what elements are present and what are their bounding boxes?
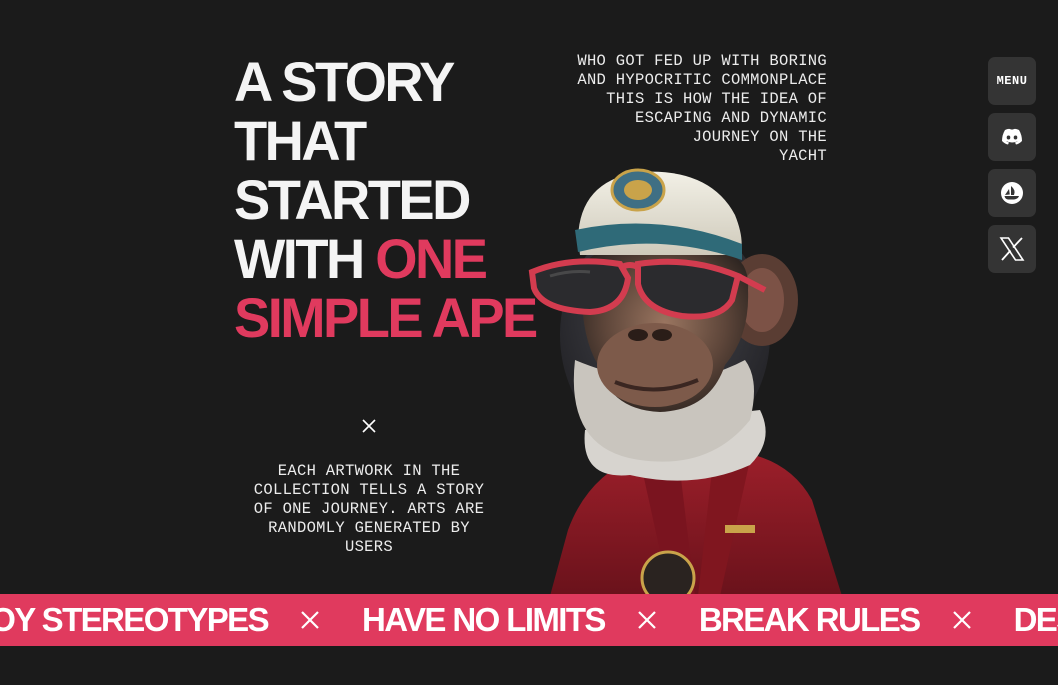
description-line: USERS <box>344 538 393 556</box>
discord-icon <box>1002 128 1022 145</box>
description-line: OF ONE JOURNEY. ARTS ARE <box>253 500 485 518</box>
intro-line: ESCAPING AND DYNAMIC <box>634 109 827 127</box>
cross-separator-icon <box>301 611 319 629</box>
ticker-item: DESTROY ST <box>1013 601 1058 638</box>
cross-separator-icon <box>952 611 971 629</box>
headline-line-4-accent: ONE <box>375 227 488 290</box>
headline-line-5: SIMPLE APE <box>234 286 538 349</box>
description-line: COLLECTION TELLS A STORY <box>253 481 485 499</box>
headline-line-2: THAT <box>234 109 367 172</box>
ape-illustration <box>528 168 842 596</box>
intro-paragraph: WHO GOT FED UP WITH BORING AND HYPOCRITI… <box>530 52 827 166</box>
collection-description: EACH ARTWORK IN THE COLLECTION TELLS A S… <box>232 462 506 557</box>
discord-button[interactable] <box>988 113 1036 161</box>
headline-line-4: WITH ONE <box>234 229 525 288</box>
intro-line: WHO GOT FED UP WITH BORING <box>577 52 827 70</box>
opensea-button[interactable] <box>988 169 1036 217</box>
menu-button[interactable]: MENU <box>988 57 1036 105</box>
headline-line-1: A STORY <box>234 50 455 113</box>
headline-line-4-white: WITH <box>234 227 376 290</box>
intro-line: AND HYPOCRITIC COMMONPLACE <box>577 71 827 89</box>
ticker-track: ROY STEREOTYPES HAVE NO LIMITS BREAK RUL… <box>0 594 1058 646</box>
x-twitter-icon <box>999 237 1025 261</box>
ticker-item: HAVE NO LIMITS <box>361 601 606 638</box>
headline-line-3: STARTED <box>234 168 471 231</box>
menu-button-label: MENU <box>996 74 1028 88</box>
ticker-item: ROY STEREOTYPES <box>0 601 270 638</box>
x-twitter-button[interactable] <box>988 225 1036 273</box>
slogan-ticker: ROY STEREOTYPES HAVE NO LIMITS BREAK RUL… <box>0 594 1058 646</box>
cross-separator-icon <box>638 611 656 629</box>
cross-divider-icon <box>362 419 376 433</box>
intro-line: JOURNEY ON THE <box>692 128 827 146</box>
ticker-item: BREAK RULES <box>698 601 921 638</box>
opensea-icon <box>1001 182 1023 204</box>
side-nav: MENU <box>988 57 1036 281</box>
intro-line: THIS IS HOW THE IDEA OF <box>606 90 827 108</box>
description-line: RANDOMLY GENERATED BY <box>268 519 470 537</box>
description-line: EACH ARTWORK IN THE <box>277 462 461 480</box>
hero-headline: A STORY THAT STARTED WITH ONE SIMPLE APE <box>234 50 538 349</box>
